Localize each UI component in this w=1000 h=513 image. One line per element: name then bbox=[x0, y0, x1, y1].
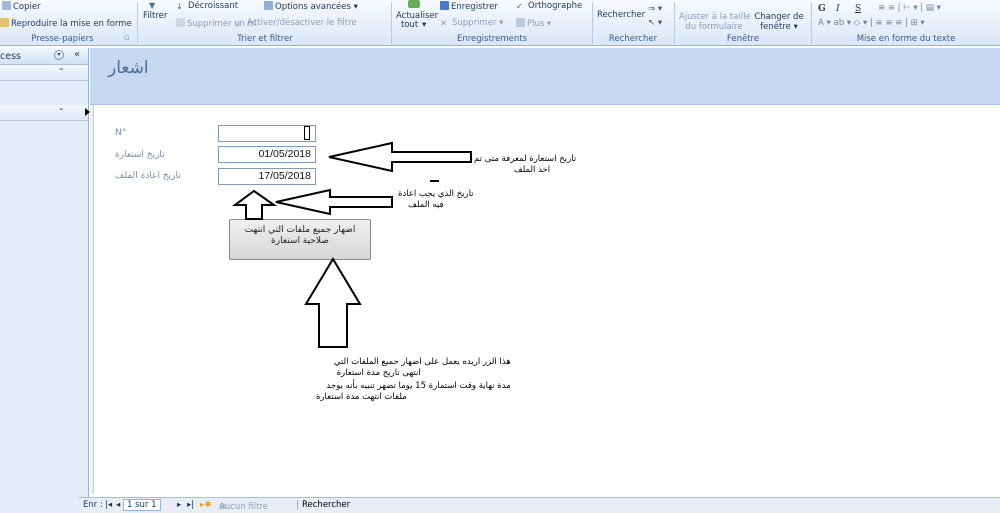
filter-button[interactable]: ▼ Filtrer bbox=[143, 1, 173, 21]
search-box[interactable]: Rechercher bbox=[297, 500, 350, 510]
format-painter-icon bbox=[0, 18, 9, 27]
show-expired-files-button[interactable]: اضهار جميع ملفات التي انتهت صلاحية استعا… bbox=[229, 219, 371, 260]
clipboard-group-label: Presse-papiers bbox=[31, 34, 94, 44]
advanced-options-button[interactable]: Options avancées ▾ bbox=[264, 1, 358, 12]
navigation-pane: cess ▾ « ⌃ ⌃ bbox=[0, 48, 89, 513]
record-selector-bar[interactable] bbox=[90, 105, 94, 494]
toggle-filter-button[interactable]: ▽ Activer/désactiver le filtre bbox=[235, 18, 357, 28]
new-record-icon[interactable]: ▸✱ bbox=[200, 500, 211, 510]
form-title: اشعار bbox=[108, 58, 149, 78]
sort-descending-icon: ↓ bbox=[176, 2, 183, 11]
remove-sort-icon bbox=[176, 18, 185, 27]
spelling-button[interactable]: ✓ Orthographe bbox=[516, 1, 582, 11]
format-painter-button[interactable]: Reproduire la mise en forme bbox=[0, 18, 132, 29]
replace-arrow-icon[interactable]: ⇒ ▾ bbox=[648, 4, 662, 14]
number-field[interactable] bbox=[218, 125, 316, 142]
sort-filter-group-label: Trier et filtrer bbox=[237, 34, 293, 44]
ribbon-separator bbox=[391, 2, 392, 44]
more-button[interactable]: Plus ▾ bbox=[516, 18, 551, 29]
select-pointer-icon[interactable]: ↖ ▾ bbox=[648, 18, 662, 28]
note-borrow-date: تاريخ استعارة لمعرفة متى تم اخذ الملف bbox=[474, 154, 577, 175]
funnel-icon: ▼ bbox=[149, 1, 156, 10]
collapse-up-icon[interactable]: ⌃ bbox=[58, 107, 65, 116]
nav-pane-header[interactable]: cess ▾ « bbox=[0, 48, 88, 65]
last-record-icon[interactable]: ▸| bbox=[187, 500, 194, 510]
refresh-all-button[interactable]: Actualiser tout ▾ bbox=[396, 0, 438, 32]
find-group-label: Rechercher bbox=[608, 34, 658, 44]
text-format-group-label: Mise en forme du texte bbox=[856, 34, 956, 44]
indent-icons[interactable]: ≡ ≡ | ⊢ ▾ | ▤ ▾ bbox=[878, 3, 941, 13]
field-label-return-date: تاريخ اعادة الملف bbox=[115, 171, 181, 181]
copy-button[interactable]: Copier bbox=[2, 1, 41, 12]
delete-record-button[interactable]: ✕ Supprimer ▾ bbox=[440, 18, 503, 29]
records-group-label: Enregistrements bbox=[456, 34, 527, 44]
collapse-up-icon[interactable]: ⌃ bbox=[58, 67, 65, 76]
find-button[interactable]: Rechercher bbox=[597, 10, 645, 20]
record-position-field[interactable]: 1 sur 1 bbox=[123, 499, 161, 511]
delete-x-icon: ✕ bbox=[440, 19, 448, 29]
text-cursor bbox=[304, 126, 310, 140]
switch-window-button[interactable]: Changer de fenêtre ▾ bbox=[752, 12, 806, 32]
ribbon-separator bbox=[137, 2, 138, 44]
save-record-button[interactable]: Enregistrer bbox=[440, 1, 498, 12]
nav-pane-title: cess bbox=[0, 51, 21, 62]
note-button-purpose: هذا الزر اريده يعمل على اضهار جميع الملف… bbox=[316, 357, 511, 402]
form-header: اشعار bbox=[90, 48, 1000, 105]
nav-group-header[interactable]: ⌃ bbox=[0, 105, 88, 121]
font-color-icons[interactable]: A ▾ ab ▾ ◇ ▾ | ≡ ≡ ≡ | ⊞ ▾ bbox=[818, 18, 925, 28]
save-icon bbox=[440, 1, 449, 10]
field-label-number: N° bbox=[115, 128, 127, 138]
record-label: Enr : bbox=[83, 500, 103, 510]
copy-icon bbox=[2, 1, 11, 10]
more-grid-icon bbox=[516, 18, 525, 27]
field-label-borrow-date: تاريخ استعارة bbox=[115, 150, 165, 160]
record-navigator: Enr : |◂ ◂ 1 sur 1 ▸ ▸| ▸✱ ⊘ Aucun filtr… bbox=[79, 497, 1000, 513]
fit-to-form-button[interactable]: Ajuster à la taille du formulaire bbox=[679, 12, 751, 32]
current-record-arrow-icon bbox=[85, 108, 90, 116]
nav-group-header[interactable]: ⌃ bbox=[0, 65, 88, 81]
previous-record-icon[interactable]: ◂ bbox=[116, 500, 120, 510]
underline-button[interactable]: S bbox=[855, 4, 861, 14]
bold-button[interactable]: G bbox=[818, 4, 826, 14]
chevron-down-icon[interactable]: ▾ bbox=[54, 50, 64, 60]
refresh-icon bbox=[408, 0, 420, 8]
toggle-filter-icon: ▽ bbox=[235, 19, 242, 28]
italic-button[interactable]: I bbox=[836, 4, 840, 14]
first-record-icon[interactable]: |◂ bbox=[105, 500, 112, 510]
note-return-date: تاريخ الذي يجب اعادة فيه الملف bbox=[398, 189, 474, 210]
advanced-filter-icon bbox=[264, 1, 273, 10]
ribbon: Copier Reproduire la mise en forme Press… bbox=[0, 0, 1000, 46]
spelling-check-icon: ✓ bbox=[516, 2, 523, 11]
clipboard-launcher-icon[interactable]: ⊡ bbox=[124, 34, 130, 42]
borrow-date-field[interactable]: 01/05/2018 bbox=[218, 146, 316, 163]
sort-descending-button[interactable]: ↓ Décroissant bbox=[176, 1, 238, 11]
ribbon-separator bbox=[674, 2, 675, 44]
next-record-icon[interactable]: ▸ bbox=[177, 500, 181, 510]
collapse-pane-icon[interactable]: « bbox=[74, 49, 80, 60]
window-group-label: Fenêtre bbox=[726, 34, 760, 44]
return-date-field[interactable]: 17/05/2018 bbox=[218, 168, 316, 185]
